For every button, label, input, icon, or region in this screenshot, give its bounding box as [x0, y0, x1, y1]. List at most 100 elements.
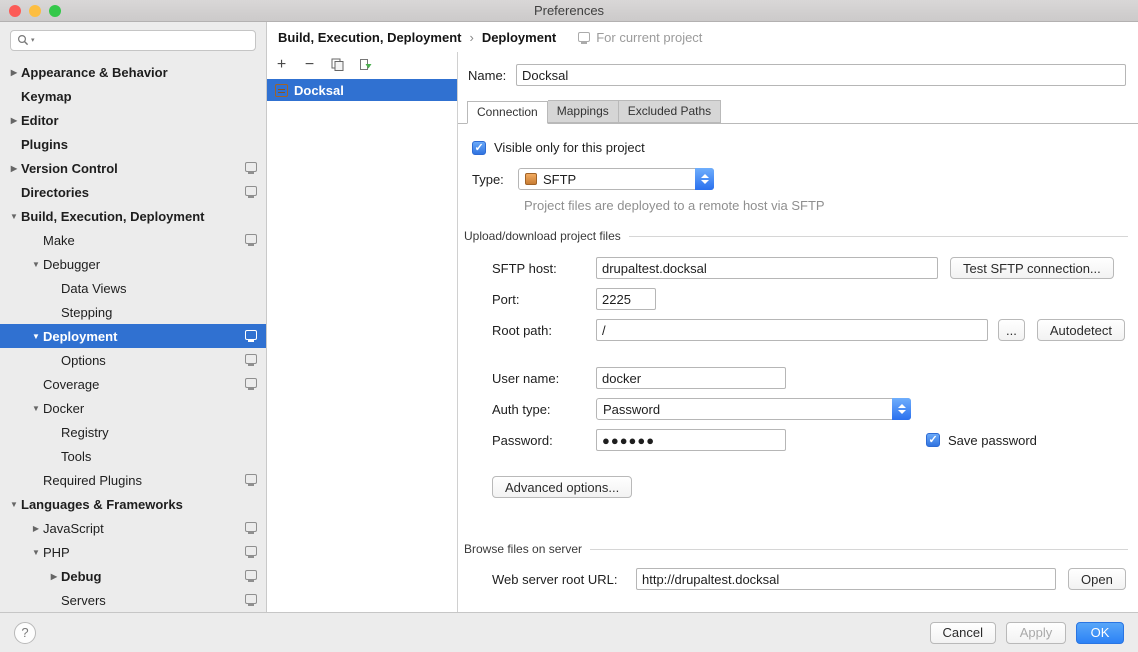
- sidebar-item-languages-frameworks[interactable]: ▼Languages & Frameworks: [0, 492, 266, 516]
- root-path-input[interactable]: [596, 319, 988, 341]
- breadcrumb: Build, Execution, Deployment › Deploymen…: [267, 22, 1138, 52]
- sidebar-item-build-execution-deployment[interactable]: ▼Build, Execution, Deployment: [0, 204, 266, 228]
- server-list-item[interactable]: Docksal: [267, 79, 457, 101]
- tab-excluded-paths[interactable]: Excluded Paths: [619, 100, 721, 123]
- browse-root-path-button[interactable]: ...: [998, 319, 1025, 341]
- sidebar-item-required-plugins[interactable]: Required Plugins: [0, 468, 266, 492]
- settings-search[interactable]: ▾: [10, 30, 256, 51]
- paste-icon[interactable]: [358, 57, 373, 72]
- upload-section-title: Upload/download project files: [464, 229, 621, 243]
- sidebar-item-keymap[interactable]: Keymap: [0, 84, 266, 108]
- sidebar-item-deployment[interactable]: ▼Deployment: [0, 324, 266, 348]
- add-icon[interactable]: +: [274, 57, 289, 72]
- settings-tree: ▶Appearance & Behavior Keymap ▶EditorPlugi…: [0, 60, 266, 612]
- per-project-icon: [245, 234, 257, 244]
- help-button[interactable]: ?: [14, 622, 36, 644]
- chevron-down-icon[interactable]: ▼: [7, 500, 21, 509]
- sidebar-item-version-control[interactable]: ▶Version Control: [0, 156, 266, 180]
- sidebar-item-label: Build, Execution, Deployment: [21, 209, 204, 224]
- web-root-input[interactable]: [636, 568, 1056, 590]
- sidebar-item-label: Options: [61, 353, 106, 368]
- chevron-down-icon[interactable]: ▼: [29, 260, 43, 269]
- footer: ? Cancel Apply OK: [0, 612, 1138, 652]
- chevron-right-icon[interactable]: ▶: [7, 116, 21, 125]
- settings-search-input[interactable]: [41, 32, 271, 49]
- sftp-host-input[interactable]: [596, 257, 938, 279]
- sidebar-item-label: Tools: [61, 449, 91, 464]
- chevron-down-icon[interactable]: ▼: [7, 212, 21, 221]
- cancel-button[interactable]: Cancel: [930, 622, 996, 644]
- sidebar-item-debugger[interactable]: ▼Debugger: [0, 252, 266, 276]
- section-divider: [590, 549, 1128, 550]
- copy-icon[interactable]: [330, 57, 345, 72]
- sidebar-item-debug[interactable]: ▶Debug: [0, 564, 266, 588]
- sftp-icon: [525, 173, 537, 185]
- chevron-right-icon[interactable]: ▶: [7, 164, 21, 173]
- server-name: Docksal: [294, 83, 344, 98]
- sidebar-item-label: Required Plugins: [43, 473, 142, 488]
- name-input[interactable]: [516, 64, 1126, 86]
- sidebar-item-docker[interactable]: ▼Docker: [0, 396, 266, 420]
- sidebar-item-appearance-behavior[interactable]: ▶Appearance & Behavior: [0, 60, 266, 84]
- chevron-down-icon[interactable]: ▾: [31, 36, 35, 44]
- sidebar-item-label: Version Control: [21, 161, 118, 176]
- current-project-icon: [578, 32, 590, 42]
- remove-icon[interactable]: −: [302, 57, 317, 72]
- port-label: Port:: [492, 292, 596, 307]
- browse-section-title: Browse files on server: [464, 542, 582, 556]
- sidebar-item-make[interactable]: Make: [0, 228, 266, 252]
- sidebar-item-label: Languages & Frameworks: [21, 497, 183, 512]
- test-sftp-connection-button[interactable]: Test SFTP connection...: [950, 257, 1114, 279]
- sidebar-item-label: JavaScript: [43, 521, 104, 536]
- sidebar-item-editor[interactable]: ▶Editor: [0, 108, 266, 132]
- minimize-window-button[interactable]: [29, 5, 41, 17]
- tab-mappings[interactable]: Mappings: [548, 100, 619, 123]
- sidebar-item-plugins[interactable]: Plugins: [0, 132, 266, 156]
- apply-button[interactable]: Apply: [1006, 622, 1066, 644]
- zoom-window-button[interactable]: [49, 5, 61, 17]
- sidebar-item-coverage[interactable]: Coverage: [0, 372, 266, 396]
- sidebar-item-label: Servers: [61, 593, 106, 608]
- ok-button[interactable]: OK: [1076, 622, 1124, 644]
- sidebar-item-label: Keymap: [21, 89, 72, 104]
- tab-connection[interactable]: Connection: [467, 101, 548, 124]
- sidebar-item-stepping[interactable]: Stepping: [0, 300, 266, 324]
- sidebar-item-tools[interactable]: Tools: [0, 444, 266, 468]
- auth-type-select[interactable]: Password: [596, 398, 911, 420]
- select-stepper-icon[interactable]: [695, 168, 714, 190]
- per-project-icon: [245, 354, 257, 364]
- type-value: SFTP: [543, 172, 576, 187]
- sidebar-item-label: Make: [43, 233, 75, 248]
- sidebar-item-data-views[interactable]: Data Views: [0, 276, 266, 300]
- select-stepper-icon[interactable]: [892, 398, 911, 420]
- advanced-options-button[interactable]: Advanced options...: [492, 476, 632, 498]
- visible-only-checkbox[interactable]: [472, 141, 486, 155]
- chevron-right-icon[interactable]: ▶: [29, 524, 43, 533]
- close-window-button[interactable]: [9, 5, 21, 17]
- breadcrumb-separator: ›: [469, 30, 473, 45]
- save-password-checkbox[interactable]: [926, 433, 940, 447]
- breadcrumb-parent[interactable]: Build, Execution, Deployment: [278, 30, 461, 45]
- open-button[interactable]: Open: [1068, 568, 1126, 590]
- sidebar-item-directories[interactable]: Directories: [0, 180, 266, 204]
- chevron-right-icon[interactable]: ▶: [47, 572, 61, 581]
- sidebar-item-javascript[interactable]: ▶JavaScript: [0, 516, 266, 540]
- per-project-icon: [245, 570, 257, 580]
- chevron-down-icon[interactable]: ▼: [29, 548, 43, 557]
- current-project-label: For current project: [596, 30, 702, 45]
- chevron-down-icon[interactable]: ▼: [29, 404, 43, 413]
- current-project-context: For current project: [578, 30, 702, 45]
- type-select[interactable]: SFTP: [518, 168, 714, 190]
- user-name-input[interactable]: [596, 367, 786, 389]
- sidebar-item-options[interactable]: Options: [0, 348, 266, 372]
- password-input[interactable]: [596, 429, 786, 451]
- sidebar-item-registry[interactable]: Registry: [0, 420, 266, 444]
- sidebar-item-php[interactable]: ▼PHP: [0, 540, 266, 564]
- type-help-text: Project files are deployed to a remote h…: [524, 198, 1138, 213]
- chevron-down-icon[interactable]: ▼: [29, 332, 43, 341]
- chevron-right-icon[interactable]: ▶: [7, 68, 21, 77]
- window-title: Preferences: [0, 0, 1138, 21]
- port-input[interactable]: [596, 288, 656, 310]
- sidebar-item-servers[interactable]: Servers: [0, 588, 266, 612]
- autodetect-button[interactable]: Autodetect: [1037, 319, 1125, 341]
